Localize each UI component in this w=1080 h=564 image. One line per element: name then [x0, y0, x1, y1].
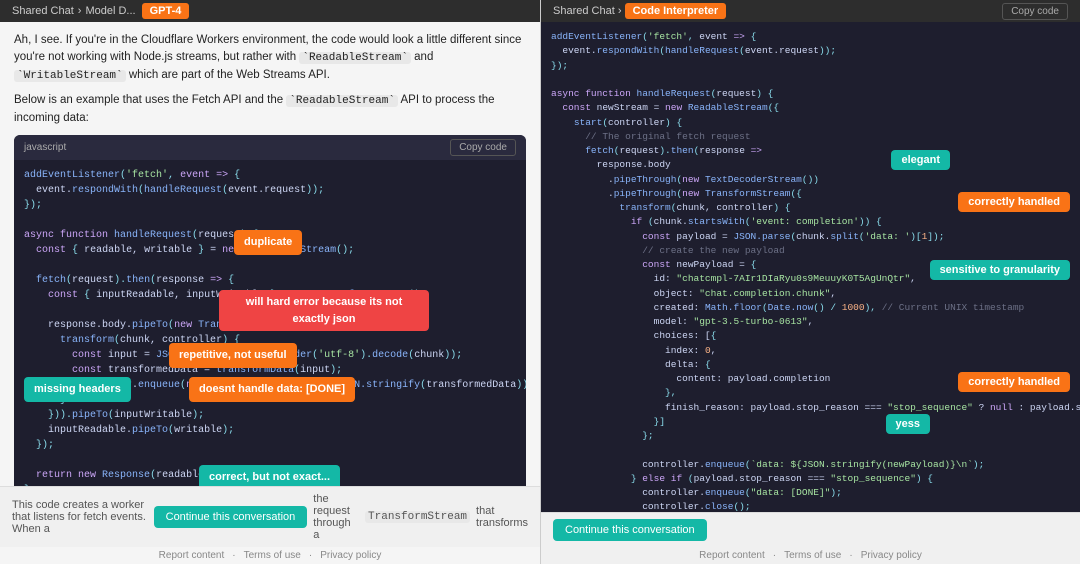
bottom-text-after: the request through a — [313, 493, 359, 541]
annotation-duplicate: duplicate — [234, 230, 302, 255]
breadcrumb-separator: › — [78, 5, 82, 17]
bottom-text-before: This code creates a worker that listens … — [12, 499, 148, 535]
left-panel: Shared Chat › Model D... GPT-4 Ah, I see… — [0, 0, 540, 564]
right-shared-chat-label: Shared Chat — [553, 5, 615, 17]
right-footer: Report content · Terms of use · Privacy … — [541, 547, 1080, 564]
right-privacy-link[interactable]: Privacy policy — [861, 550, 922, 561]
left-bottom-bar: This code creates a worker that listens … — [0, 486, 540, 547]
right-breadcrumb-sep: › — [618, 5, 622, 17]
right-bottom-bar: Continue this conversation — [541, 512, 1080, 547]
writable-stream-inline: `WritableStream` — [14, 70, 126, 82]
left-footer: Report content · Terms of use · Privacy … — [0, 547, 540, 564]
continue-conversation-button[interactable]: Continue this conversation — [154, 506, 308, 528]
right-report-link[interactable]: Report content — [699, 550, 765, 561]
right-copy-button[interactable]: Copy code — [1002, 3, 1068, 20]
right-continue-button[interactable]: Continue this conversation — [553, 519, 707, 541]
readable-stream-ref: `ReadableStream` — [286, 95, 398, 107]
transform-stream-ref: TransformStream — [365, 511, 470, 523]
right-code-area: addEventListener('fetch', event => { eve… — [541, 22, 1080, 512]
annotation-correctly-handled-top: correctly handled — [958, 192, 1070, 212]
annotation-repetitive: repetitive, not useful — [169, 343, 297, 368]
terms-of-use-link[interactable]: Terms of use — [244, 550, 301, 561]
annotation-doesnt-handle: doesnt handle data: [DONE] — [189, 377, 355, 402]
chat-intro-text: Ah, I see. If you're in the Cloudflare W… — [14, 32, 526, 84]
annotation-will-hard-error: will hard error because its not exactly … — [219, 290, 429, 331]
shared-chat-label: Shared Chat — [12, 5, 74, 17]
right-topbar: Shared Chat › Code Interpreter Copy code — [541, 0, 1080, 22]
code-block: javascript Copy code addEventListener('f… — [14, 135, 526, 486]
chat-content: Ah, I see. If you're in the Cloudflare W… — [0, 22, 540, 486]
gpt4-badge: GPT-4 — [142, 3, 190, 19]
model-label: Model D... — [85, 5, 135, 17]
readable-stream-inline: `ReadableStream` — [299, 52, 411, 64]
code-interpreter-badge: Code Interpreter — [625, 3, 727, 19]
annotation-missing-headers: missing headers — [24, 377, 131, 402]
report-content-link[interactable]: Report content — [159, 550, 225, 561]
bottom-text-end: that transforms — [476, 505, 528, 529]
left-topbar: Shared Chat › Model D... GPT-4 — [0, 0, 540, 22]
code-lang-label: javascript — [24, 140, 66, 155]
annotation-yess: yess — [886, 414, 930, 434]
annotation-correctly-handled-bot: correctly handled — [958, 372, 1070, 392]
privacy-link[interactable]: Privacy policy — [320, 550, 381, 561]
annotation-sensitive-to-granularity: sensitive to granularity — [930, 260, 1070, 280]
annotation-correct-not-exact: correct, but not exact... — [199, 465, 340, 486]
chat-below-text: Below is an example that uses the Fetch … — [14, 92, 526, 127]
copy-code-button[interactable]: Copy code — [450, 139, 516, 156]
code-block-header: javascript Copy code — [14, 135, 526, 160]
right-terms-link[interactable]: Terms of use — [784, 550, 841, 561]
annotation-elegant: elegant — [891, 150, 950, 170]
right-breadcrumb: Shared Chat › Code Interpreter — [553, 5, 726, 17]
right-panel: Shared Chat › Code Interpreter Copy code… — [540, 0, 1080, 564]
breadcrumb: Shared Chat › Model D... — [12, 5, 136, 17]
